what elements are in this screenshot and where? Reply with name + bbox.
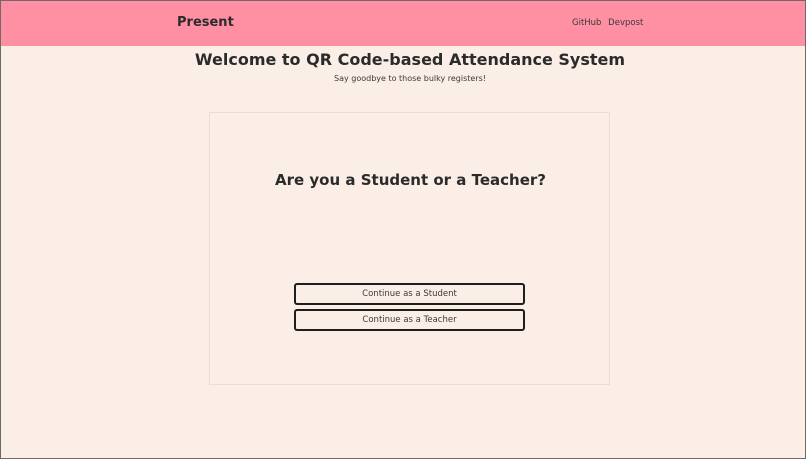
continue-as-student-button[interactable]: Continue as a Student [294,283,525,305]
role-question: Are you a Student or a Teacher? [274,171,546,189]
page-subtitle: Say goodbye to those bulky registers! [333,74,486,83]
github-link[interactable]: GitHub [572,18,601,28]
role-selection-card: Are you a Student or a Teacher? Continue… [209,112,610,385]
nav-links: GitHub Devpost [572,18,647,28]
brand-logo-text[interactable]: Present [177,15,234,30]
top-navbar: Present GitHub Devpost [1,1,805,46]
devpost-link[interactable]: Devpost [608,18,643,28]
page-title: Welcome to QR Code-based Attendance Syst… [194,50,626,69]
continue-as-teacher-button[interactable]: Continue as a Teacher [294,309,525,331]
